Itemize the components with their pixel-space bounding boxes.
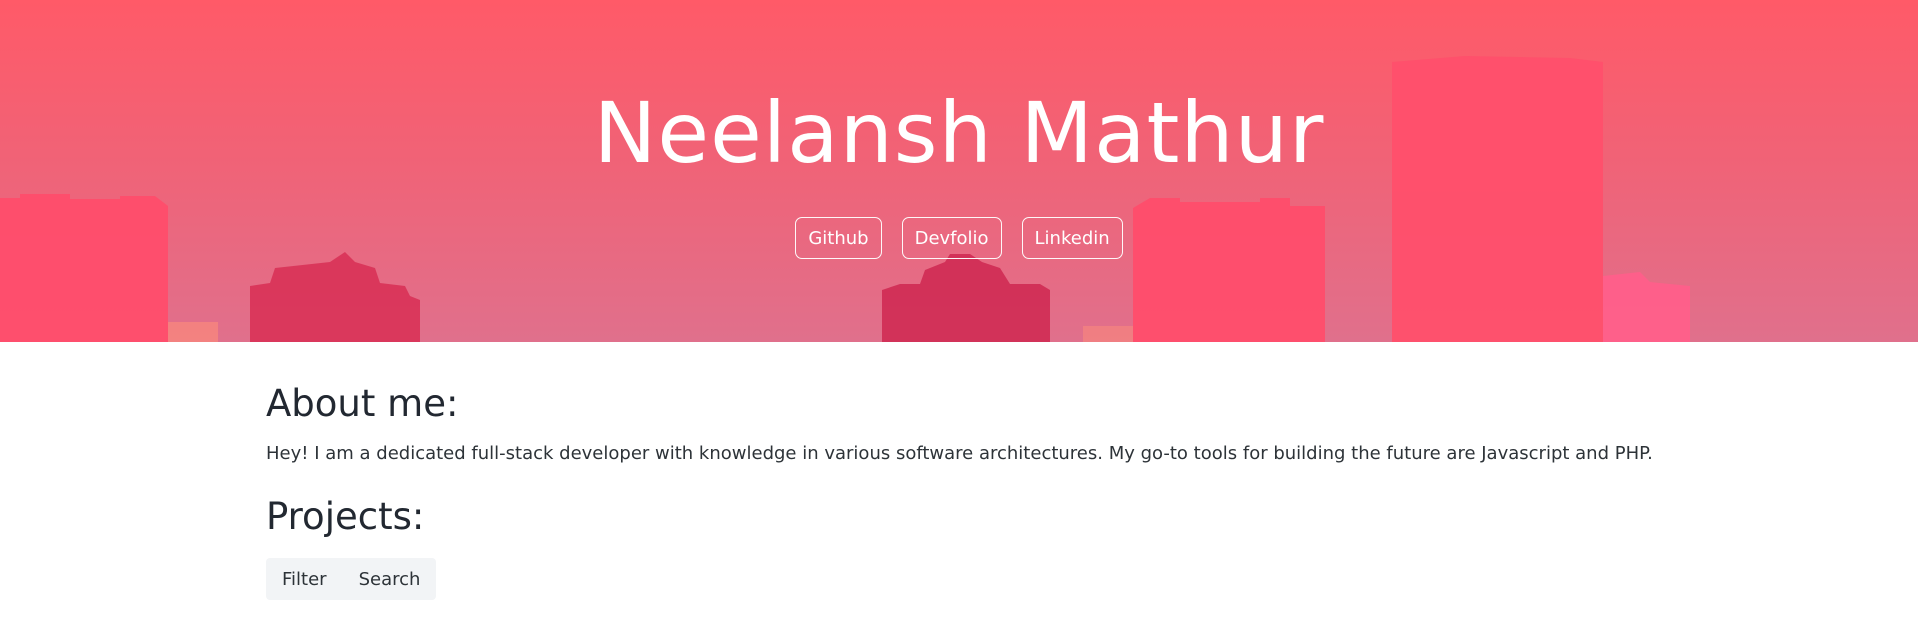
project-controls: Filter Search [266,558,437,600]
about-section: About me: Hey! I am a dedicated full-sta… [266,382,1653,469]
projects-section: Projects: Filter Search [266,495,1646,600]
about-text: Hey! I am a dedicated full-stack develop… [266,443,1653,464]
search-button[interactable]: Search [343,558,437,600]
github-link[interactable]: Github [795,217,882,259]
devfolio-link[interactable]: Devfolio [901,217,1002,259]
hero-banner: Neelansh Mathur Github Devfolio Linkedin [0,0,1918,342]
filter-button[interactable]: Filter [266,558,343,600]
linkedin-link[interactable]: Linkedin [1021,217,1123,259]
social-links: Github Devfolio Linkedin [0,217,1918,259]
projects-heading: Projects: [266,495,425,538]
about-heading: About me: [266,382,459,425]
hero-title: Neelansh Mathur [593,84,1325,182]
main-content: About me: Hey! I am a dedicated full-sta… [266,342,1653,600]
